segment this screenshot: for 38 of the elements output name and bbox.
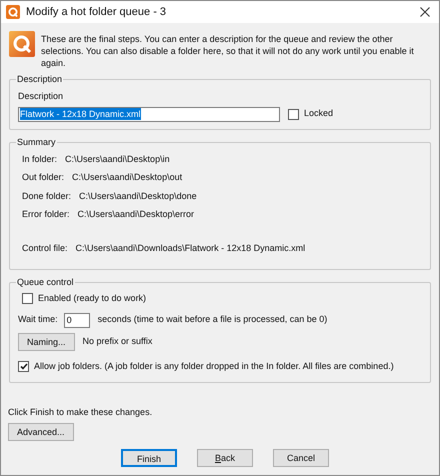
checkbox[interactable] <box>288 108 299 120</box>
advanced-button[interactable]: Advanced... <box>8 423 74 441</box>
summary-value: C:\Users\aandi\Desktop\out <box>72 171 182 184</box>
group-title: Description <box>16 73 64 85</box>
dialog-button[interactable]: Back <box>197 449 253 467</box>
field-label: Wait time: <box>18 313 58 326</box>
check-icon <box>20 362 28 370</box>
summary-label: Out folder: <box>22 171 64 184</box>
summary-value: C:\Users\aandi\Desktop\error <box>78 208 194 221</box>
summary-label: Control file: <box>22 242 68 254</box>
summary-label: Done folder: <box>22 190 72 202</box>
checkbox[interactable] <box>18 360 29 372</box>
hint-text: seconds (time to wait before a file is processed, can be 0) <box>98 313 328 326</box>
field-label: Description <box>18 90 64 103</box>
description-field[interactable]: Flatwork - 12x18 Dynamic.xml <box>18 106 280 122</box>
dialog-button[interactable]: Cancel <box>273 449 329 467</box>
checkbox-label: Allow job folders. (A job folder is any folder dropped in the In folder. All files are combined.) <box>34 360 394 373</box>
window-title: Modify a hot folder queue - 3 <box>26 4 168 20</box>
checkbox-label: Locked <box>304 107 334 120</box>
close-icon[interactable] <box>420 7 430 17</box>
dialog-button[interactable]: Finish <box>121 449 177 467</box>
summary-label: Error folder: <box>22 208 70 221</box>
app-logo-icon <box>6 5 20 19</box>
field-value: Flatwork - 12x18 Dynamic.xml <box>20 108 141 120</box>
intro-text: These are the final steps. You can enter a description for the queue and review the other selections. You can also disable a folder here, so that it will not do any work until you enable it again. <box>41 33 415 69</box>
summary-value: C:\Users\aandi\Desktop\done <box>79 190 197 203</box>
summary-value: C:\Users\aandi\Desktop\in <box>65 152 170 166</box>
group-title: Summary <box>16 136 57 148</box>
naming-text: No prefix or suffix <box>82 334 152 348</box>
naming-button[interactable]: Naming... <box>18 332 75 350</box>
checkbox-label: Enabled (ready to do work) <box>38 292 146 305</box>
summary-value: C:\Users\aandi\Downloads\Flatwork - 12x18 Dynamic.xml <box>76 242 306 255</box>
footer-text: Click Finish to make these changes. <box>8 406 154 419</box>
group-title: Queue control <box>16 276 75 288</box>
summary-label: In folder: <box>22 152 58 166</box>
wait-time-field[interactable]: 0 <box>64 312 90 328</box>
checkbox[interactable] <box>22 293 33 304</box>
app-logo-icon <box>9 31 35 57</box>
